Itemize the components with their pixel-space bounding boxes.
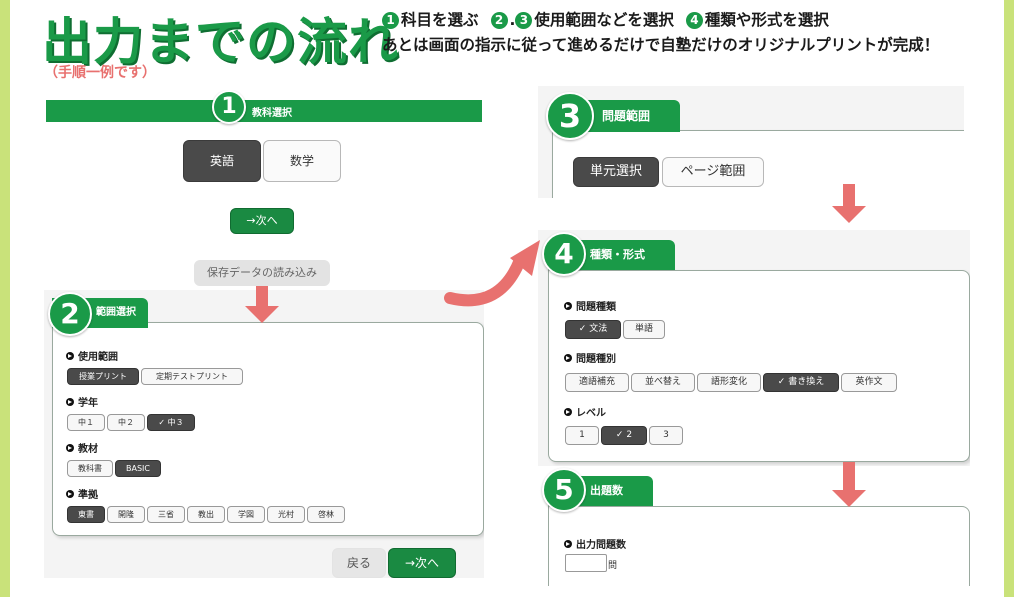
panel-question-range: 問題範囲 3 単元選択 ページ範囲 [538,86,964,198]
step-badge-1: 1 [212,90,246,124]
subject-button-english[interactable]: 英語 [183,140,261,182]
standard-option-gakuto[interactable]: 学図 [227,506,265,523]
step-description: 1 科目を選ぶ 2. 3 使用範囲などを選択 4 種類や形式を選択 あとは画面の指示に従って… [382,8,939,58]
usage-option-class-print[interactable]: 授業プリント [67,368,139,385]
kind-option-rewrite[interactable]: ✓ 書き換え [763,373,839,392]
bullet-arrow-icon [66,352,74,360]
panel-subject-select: 1 教科選択 英語 数学 →次へ 保存データの読み込み [44,90,484,290]
standard-option-sansei[interactable]: 三省 [147,506,185,523]
step-description-line1: 1 科目を選ぶ 2. 3 使用範囲などを選択 4 種類や形式を選択 [382,8,939,33]
page-range-button[interactable]: ページ範囲 [662,157,764,187]
bullet-arrow-icon [564,354,572,362]
standard-section-label: 準拠 [66,486,98,501]
step-number-4: 4 [685,12,703,29]
step-text-2: 使用範囲などを選択 [534,11,674,29]
panel-question-count: 出題数 5 出力問題数 問 [538,466,970,586]
subject-button-math[interactable]: 数学 [263,140,341,182]
bullet-arrow-icon [66,490,74,498]
type-section-label: 問題種類 [564,298,616,313]
grade-option-2[interactable]: 中２ [107,414,145,431]
left-edge-strip [0,0,10,597]
next-button[interactable]: →次へ [230,208,294,234]
next-button[interactable]: →次へ [388,548,456,578]
kind-option-word-form[interactable]: 語形変化 [697,373,761,392]
standard-option-keirin[interactable]: 啓林 [307,506,345,523]
bullet-arrow-icon [66,444,74,452]
curved-arrow [444,240,540,307]
standard-option-kyoshutsu[interactable]: 教出 [187,506,225,523]
material-section-label: 教材 [66,440,98,455]
count-section-label: 出力問題数 [564,536,626,551]
page-subtitle: （手順一例です） [44,65,156,81]
kind-option-fill-in[interactable]: 適語補充 [565,373,629,392]
kind-option-composition[interactable]: 英作文 [841,373,897,392]
standard-option-tosho[interactable]: 東書 [67,506,105,523]
kind-section-label: 問題種別 [564,350,616,365]
level-option-1[interactable]: 1 [565,426,599,445]
step-number-3: 3 [515,12,533,29]
panel-type-format: 種類・形式 4 問題種類 ✓ 文法 単語 問題種別 適語補充 並べ替え 語形変化… [538,230,970,466]
standard-option-mitsumura[interactable]: 光村 [267,506,305,523]
step-badge-3: 3 [546,92,594,140]
step-text-3: 種類や形式を選択 [704,11,829,29]
bullet-arrow-icon [564,302,572,310]
right-edge-strip [1004,0,1014,597]
unit-select-button[interactable]: 単元選択 [573,157,659,187]
bullet-arrow-icon [564,408,572,416]
count-unit-label: 問 [608,561,618,571]
step-description-line2: あとは画面の指示に従って進めるだけで自塾だけのオリジナルプリントが完成！ [382,36,940,54]
usage-option-test-print[interactable]: 定期テストプリント [141,368,243,385]
step-badge-2: 2 [48,292,92,336]
material-option-textbook[interactable]: 教科書 [67,460,113,477]
type-option-grammar[interactable]: ✓ 文法 [565,320,621,339]
material-option-basic[interactable]: BASIC [115,460,161,477]
panel-range-select: 範囲選択 2 使用範囲 授業プリント 定期テストプリント 学年 中１ 中２ ✓ … [44,290,484,578]
standard-option-kairyu[interactable]: 開隆 [107,506,145,523]
step-badge-5: 5 [542,468,586,512]
panel1-tab-label: 教科選択 [252,108,292,119]
step-text-1: 科目を選ぶ [401,11,479,29]
kind-option-reorder[interactable]: 並べ替え [631,373,695,392]
grade-option-1[interactable]: 中１ [67,414,105,431]
level-section-label: レベル [564,404,606,419]
bullet-arrow-icon [66,398,74,406]
bullet-arrow-icon [564,540,572,548]
question-count-input[interactable] [565,554,607,572]
step-number-1: 1 [382,12,399,29]
load-saved-data-button[interactable]: 保存データの読み込み [194,260,330,286]
type-option-vocab[interactable]: 単語 [623,320,665,339]
level-option-3[interactable]: 3 [649,426,683,445]
step-number-2: 2 [490,12,508,29]
grade-section-label: 学年 [66,394,98,409]
back-button[interactable]: 戻る [332,548,386,578]
usage-section-label: 使用範囲 [66,348,118,363]
grade-option-3[interactable]: ✓ 中３ [147,414,195,431]
level-option-2[interactable]: ✓ 2 [601,426,647,445]
